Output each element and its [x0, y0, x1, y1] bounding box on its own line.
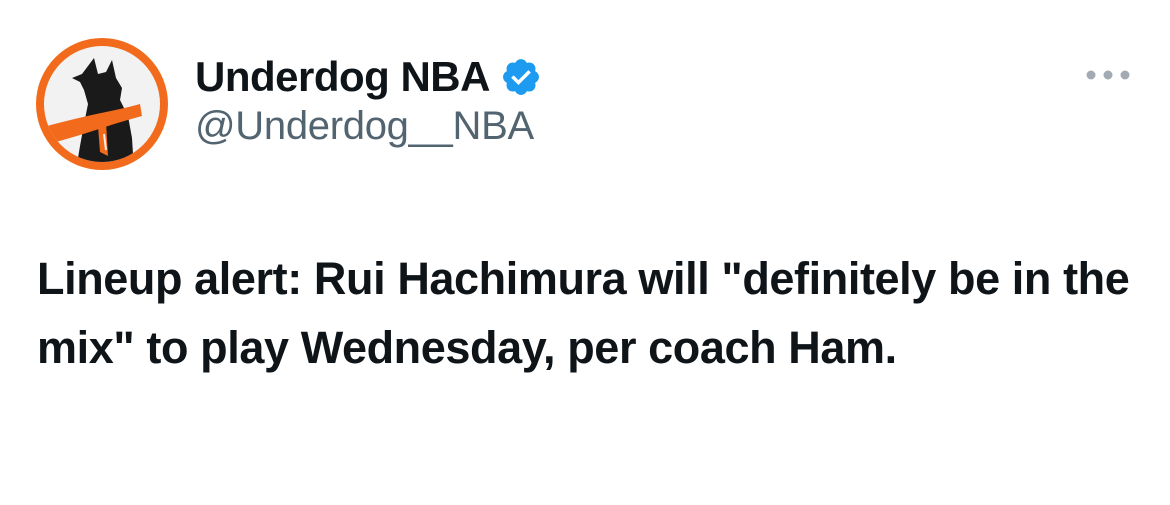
tweet-text: Lineup alert: Rui Hachimura will "defini…: [37, 253, 1130, 373]
author-display-name[interactable]: Underdog NBA: [195, 53, 490, 101]
underdog-logo-icon: [36, 38, 168, 170]
avatar[interactable]: [36, 38, 168, 170]
author-name-row: Underdog NBA: [195, 50, 542, 104]
more-options-icon[interactable]: [1082, 60, 1134, 90]
verified-badge-icon[interactable]: [500, 56, 542, 98]
tweet-card: Underdog NBA @Underdog__NBA Lineup alert…: [0, 0, 1170, 505]
author-handle[interactable]: @Underdog__NBA: [195, 104, 534, 149]
